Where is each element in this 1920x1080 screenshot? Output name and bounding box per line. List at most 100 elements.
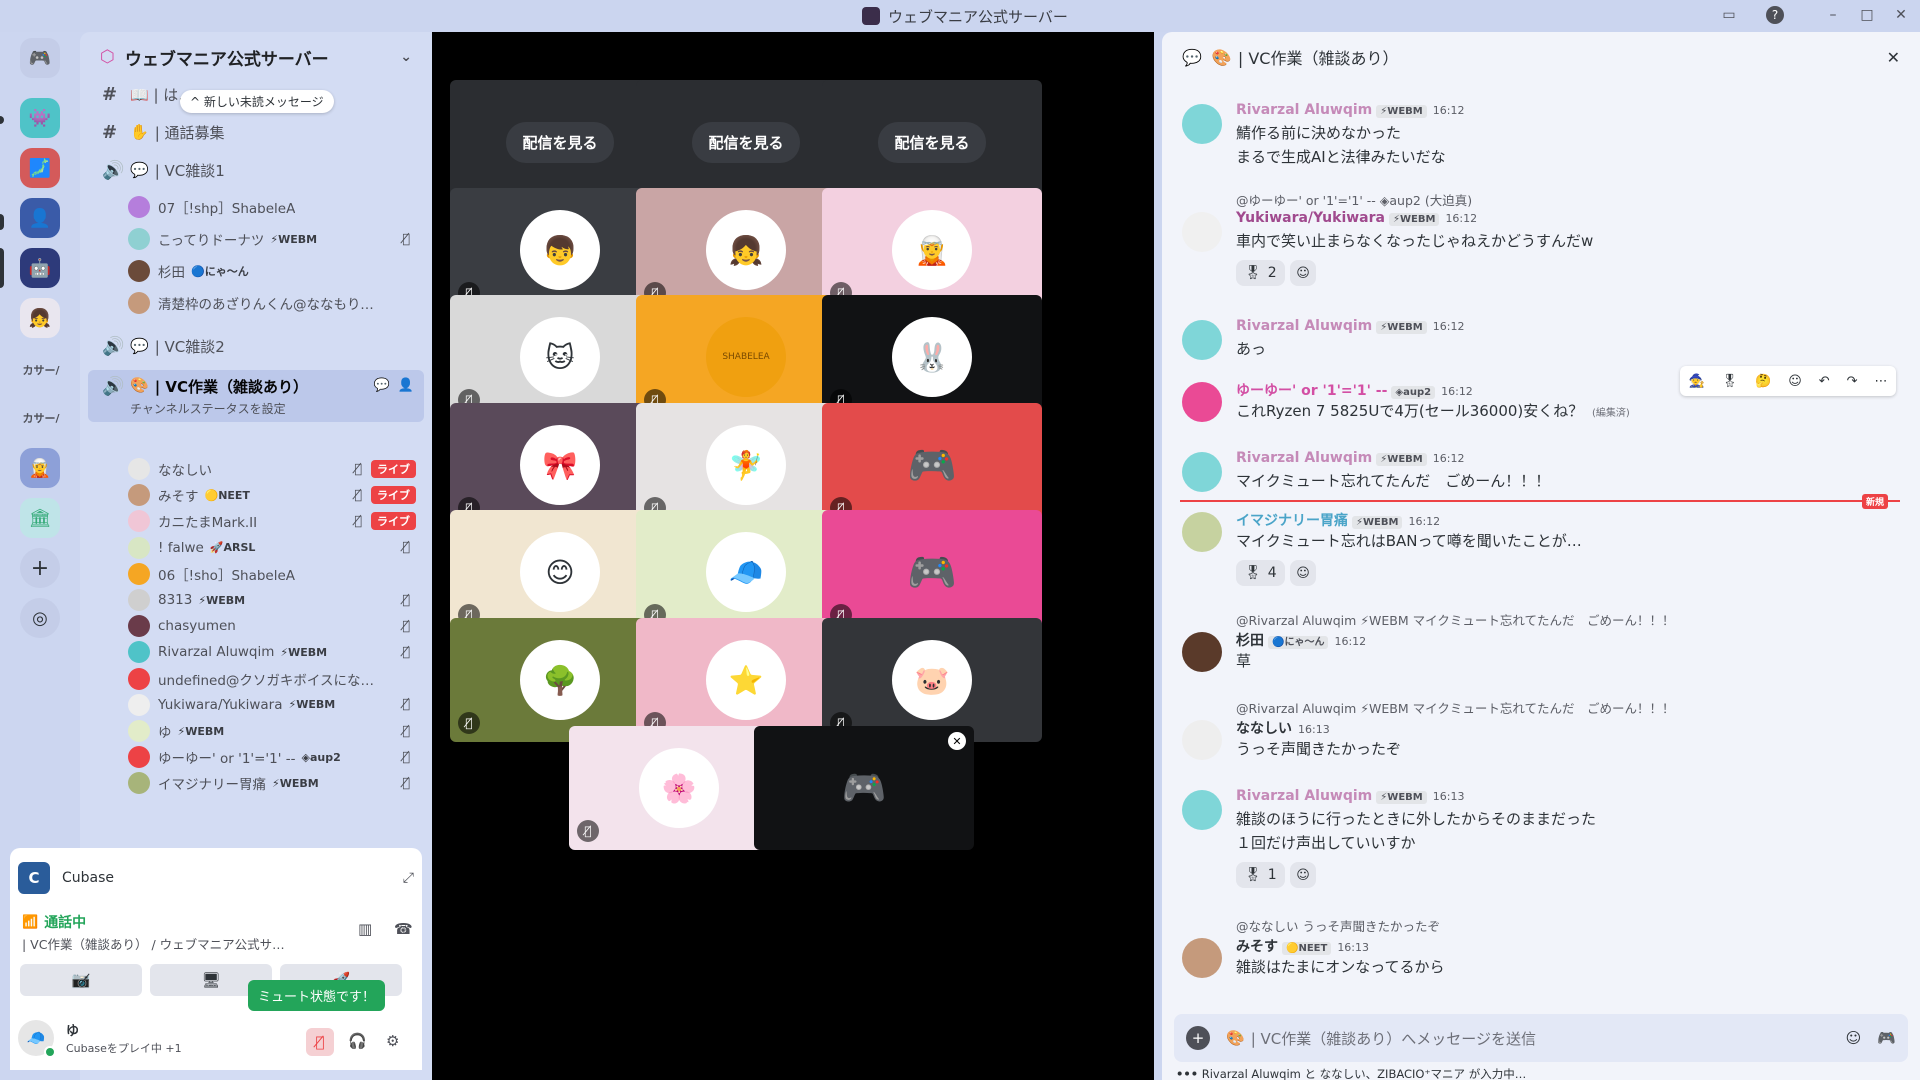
server-icon[interactable]: 👾 [20,98,60,138]
reply-preview[interactable]: @Rivarzal Aluwqim ⚡WEBM マイクミュート忘れてたんだ ごめ… [1236,698,1675,717]
headphones-icon[interactable]: 🎧 [348,1032,367,1050]
forward-icon[interactable]: ↷ [1847,374,1858,389]
reaction-chip[interactable]: 🎖 1 [1236,862,1285,888]
activity-tile[interactable]: 🎮 ✕ [754,726,974,850]
avatar: ⭐ [706,640,786,720]
minimize-icon[interactable]: – [1824,6,1842,24]
avatar[interactable] [1182,104,1222,144]
server-icon[interactable]: 🗾 [20,148,60,188]
username[interactable]: Rivarzal Aluwqim [1236,788,1372,804]
add-reaction-icon[interactable]: ☺ [1290,560,1316,586]
username[interactable]: Rivarzal Aluwqim [1236,318,1372,334]
avatar[interactable] [1182,790,1222,830]
explore-icon[interactable]: ◎ [20,598,60,638]
add-reaction-icon[interactable]: ☺ [1290,260,1316,286]
channel-status[interactable]: チャンネルステータスを設定 [130,400,286,417]
user-info[interactable]: 🧢 ゆ Cubaseをプレイ中 +1 [18,1018,248,1062]
voice-user[interactable]: こってりドーナツ ⚡WEBM 🎙̸ [128,224,424,254]
username[interactable]: ななしい [1236,721,1292,737]
discord-logo-icon: 🎮 [907,442,957,489]
reaction-icon[interactable]: 🧙 [1688,374,1704,389]
inbox-icon[interactable]: ▭ [1720,6,1738,24]
username[interactable]: Yukiwara/Yukiwara [1236,210,1385,226]
server-icon[interactable]: 👤 [20,198,60,238]
role-badge: ⚡WEBM [1376,453,1427,466]
avatar[interactable] [1182,320,1222,360]
help-icon[interactable]: ? [1766,6,1784,24]
close-chat-icon[interactable]: ✕ [1887,48,1900,67]
voice-user[interactable]: イマジナリー胃痛 ⚡WEBM 🎙̸ [128,768,424,798]
avatar[interactable] [1182,212,1222,252]
more-icon[interactable]: ⋯ [1874,374,1887,389]
avatar[interactable] [1182,938,1222,978]
noise-icon[interactable]: ▥ [358,920,372,938]
mic-muted-icon[interactable]: 🎙̸ [306,1028,334,1056]
add-server-icon[interactable]: + [20,548,60,588]
server-text-icon[interactable]: カサー/ [14,410,68,426]
avatar[interactable] [1182,382,1222,422]
server-header[interactable]: ⬡ ウェブマニア公式サーバー ⌄ [80,32,432,82]
channel-voice-active[interactable]: 🔊 🎨 | VC作業（雑談あり） 💬 👤 チャンネルステータスを設定 [88,370,424,422]
settings-gear-icon[interactable]: ⚙ [386,1032,399,1050]
message-input[interactable]: + 🎨 | VC作業（雑談あり）へメッセージを送信 ☺ 🎮 [1174,1014,1908,1062]
message-header: Rivarzal Aluwqim ⚡WEBM 16:12 [1236,102,1464,118]
server-icon[interactable]: 🧝 [20,448,60,488]
add-member-icon[interactable]: 👤 [398,378,414,393]
avatar[interactable] [1182,632,1222,672]
add-reaction-icon[interactable]: ☺ [1290,862,1316,888]
username[interactable]: 杉田 [1236,633,1264,649]
reaction-icon[interactable]: 🎖 [1722,374,1739,389]
chat-bubble-icon[interactable]: 💬 [374,378,390,393]
avatar[interactable] [1182,512,1222,552]
new-unread-pill[interactable]: ^ 新しい未読メッセージ [180,90,334,113]
watch-stream-button[interactable]: 配信を見る [692,121,800,163]
username[interactable]: Rivarzal Aluwqim [1236,450,1372,466]
channel-voice[interactable]: 🔊 💬 | VC雑談1 [88,154,424,186]
avatar[interactable] [1182,452,1222,492]
voice-user[interactable]: 杉田 🔵にゃ〜ん [128,256,424,286]
watch-stream-button[interactable]: 配信を見る [878,121,986,163]
screen-share-icon[interactable]: ⤢ [403,870,414,886]
channel-text[interactable]: # ✋ | 通話募集 [88,116,424,148]
voice-status[interactable]: 通話中 [44,912,86,932]
participant-tile[interactable]: 🎮 🎙̸ [822,403,1042,527]
disconnect-icon[interactable]: ☎ [394,920,413,938]
voice-user[interactable]: 07［!shp］ShabeleA [128,192,424,222]
stream-tile[interactable]: 配信を見る [822,80,1042,204]
add-attachment-icon[interactable]: + [1186,1026,1210,1050]
close-icon[interactable]: ✕ [1892,6,1910,24]
avatar[interactable] [1182,720,1222,760]
username[interactable]: みそす [1236,939,1278,955]
watch-stream-button[interactable]: 配信を見る [506,121,614,163]
username[interactable]: イマジナリー胃痛 [1236,513,1348,529]
reaction-chip[interactable]: 🎖 2 [1236,260,1285,286]
username[interactable]: Rivarzal Aluwqim [1236,102,1372,118]
reply-icon[interactable]: ↶ [1819,374,1830,389]
participant-tile[interactable]: 🧝 🎙̸ [822,188,1042,312]
server-icon[interactable]: 🤖 [20,248,60,288]
server-text-icon[interactable]: カサー/ [14,362,68,378]
voice-connected: 📶 通話中 | VC作業（雑談あり） / ウェブマニア公式サ… ▥ ☎ [22,912,418,953]
participant-tile[interactable]: 🎮 🎙̸ [822,510,1042,634]
participant-tile[interactable]: 🐰 🎙̸ [822,295,1042,419]
discord-home-icon[interactable]: 🎮 [20,38,60,78]
reaction-chip[interactable]: 🎖 4 [1236,560,1285,586]
server-indicator [0,214,4,230]
gamepad-icon[interactable]: 🎮 [1877,1029,1896,1047]
server-icon[interactable]: 👧 [20,298,60,338]
voice-user[interactable]: 清楚枠のあざりんくん@ななもり。… [128,288,424,318]
server-icon[interactable]: 🏛 [20,498,60,538]
username[interactable]: ゆーゆー' or '1'='1' -- [1236,383,1387,399]
reply-preview[interactable]: @Rivarzal Aluwqim ⚡WEBM マイクミュート忘れてたんだ ごめ… [1236,610,1675,629]
camera-button[interactable]: 📷̸ [20,964,142,996]
reply-preview[interactable]: @ななしい うっそ声聞きたかったぞ [1236,916,1440,935]
participant-tile[interactable]: 🐷 🎙̸ [822,618,1042,742]
reply-preview[interactable]: @ゆーゆー' or '1'='1' -- ◈aup2 (大迫真) [1236,190,1472,209]
add-reaction-icon[interactable]: ☺ [1788,374,1802,389]
avatar: 🧢 [706,532,786,612]
close-tile-icon[interactable]: ✕ [948,732,966,750]
emoji-picker-icon[interactable]: ☺ [1846,1029,1862,1047]
channel-voice[interactable]: 🔊 💬 | VC雑談2 [88,330,424,362]
maximize-icon[interactable]: □ [1858,6,1876,24]
reaction-icon[interactable]: 🤔 [1755,374,1771,389]
